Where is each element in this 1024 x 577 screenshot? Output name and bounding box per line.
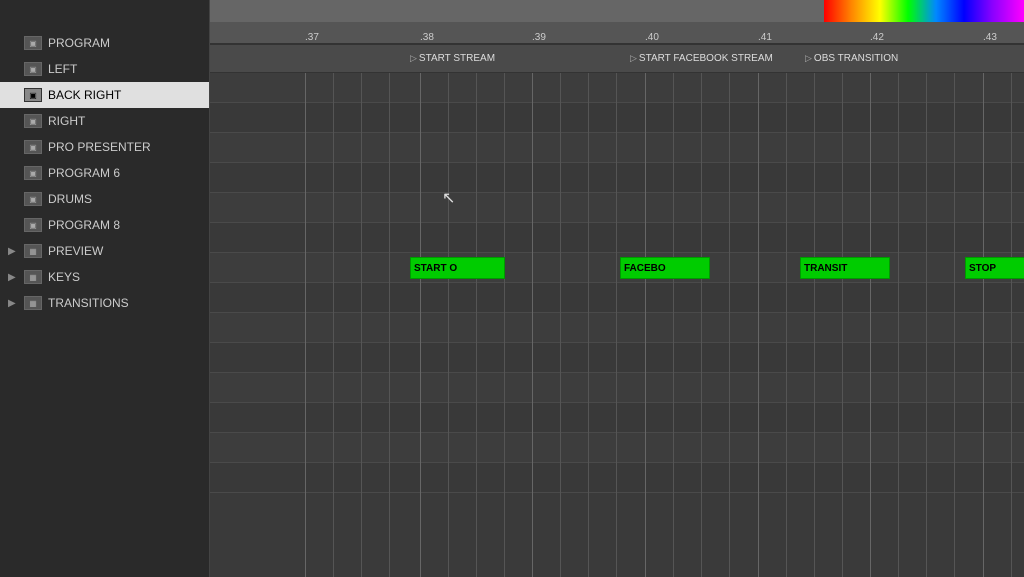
- v-subline-39-1: [560, 73, 561, 577]
- event-block-stop[interactable]: STOP: [965, 257, 1024, 279]
- item-icon-pro-presenter: ▣: [24, 140, 42, 154]
- v-subline-38-2: [476, 73, 477, 577]
- v-line-42: [870, 73, 871, 577]
- sidebar-label-transitions: TRANSITIONS: [48, 296, 129, 310]
- v-subline-43-1: [1011, 73, 1012, 577]
- cue-marker-obs-transition: OBS TRANSITION: [805, 53, 898, 64]
- item-icon-drums: ▣: [24, 192, 42, 206]
- item-icon-keys: ▦: [24, 270, 42, 284]
- v-subline-37-2: [361, 73, 362, 577]
- v-subline-38-3: [504, 73, 505, 577]
- event-block-facebo[interactable]: FACEBO: [620, 257, 710, 279]
- ruler-mark-42: .42: [870, 32, 884, 43]
- sidebar: ▣ PROGRAM ▣ LEFT ▣ BACK RIGHT ▣ RIGHT ▣ PRO PRESE…: [0, 0, 210, 577]
- item-icon-back-right: ▣: [24, 88, 42, 102]
- v-subline-41-1: [786, 73, 787, 577]
- v-line-43: [983, 73, 984, 577]
- sidebar-label-program6: PROGRAM 6: [48, 166, 120, 180]
- cue-marker-start-facebook-stream: START FACEBOOK STREAM: [630, 53, 773, 64]
- sidebar-item-back-right[interactable]: ▣ BACK RIGHT: [0, 82, 209, 108]
- ruler-mark-43: .43: [983, 32, 997, 43]
- item-icon-program8: ▣: [24, 218, 42, 232]
- sidebar-item-left[interactable]: ▣ LEFT: [0, 56, 209, 82]
- v-line-39: [532, 73, 533, 577]
- timeline-grid[interactable]: START O FACEBO TRANSIT STOP ↖: [210, 73, 1024, 577]
- v-subline-38-1: [448, 73, 449, 577]
- sidebar-item-program8[interactable]: ▣ PROGRAM 8: [0, 212, 209, 238]
- v-line-37: [305, 73, 306, 577]
- sidebar-label-keys: KEYS: [48, 270, 80, 284]
- ruler-mark-39: .39: [532, 32, 546, 43]
- item-icon-program: ▣: [24, 36, 42, 50]
- v-subline-40-1: [673, 73, 674, 577]
- sidebar-label-program: PROGRAM: [48, 36, 110, 50]
- sidebar-item-right[interactable]: ▣ RIGHT: [0, 108, 209, 134]
- v-subline-42-3: [954, 73, 955, 577]
- v-line-41: [758, 73, 759, 577]
- expand-arrow-transitions: ▶: [8, 298, 18, 309]
- v-subline-40-2: [701, 73, 702, 577]
- ruler-mark-38: .38: [420, 32, 434, 43]
- sidebar-label-preview: PREVIEW: [48, 244, 103, 258]
- item-icon-preview: ▦: [24, 244, 42, 258]
- cue-row: START STREAM START FACEBOOK STREAM OBS TRA…: [210, 45, 1024, 73]
- sidebar-item-pro-presenter[interactable]: ▣ PRO PRESENTER: [0, 134, 209, 160]
- ruler-mark-37: .37: [305, 32, 319, 43]
- v-line-40: [645, 73, 646, 577]
- color-strip: [824, 0, 1024, 22]
- sidebar-item-program6[interactable]: ▣ PROGRAM 6: [0, 160, 209, 186]
- v-line-38: [420, 73, 421, 577]
- v-subline-39-2: [588, 73, 589, 577]
- sidebar-label-drums: DRUMS: [48, 192, 92, 206]
- v-subline-37-1: [333, 73, 334, 577]
- v-subline-42-1: [898, 73, 899, 577]
- sidebar-item-keys[interactable]: ▶ ▦ KEYS: [0, 264, 209, 290]
- sidebar-item-preview[interactable]: ▶ ▦ PREVIEW: [0, 238, 209, 264]
- v-subline-40-3: [729, 73, 730, 577]
- sidebar-label-pro-presenter: PRO PRESENTER: [48, 140, 151, 154]
- ruler-bar: [210, 0, 1024, 22]
- sidebar-label-program8: PROGRAM 8: [48, 218, 120, 232]
- timeline-header: .37 .38 .39 .40 .41 .42 .43: [210, 0, 1024, 45]
- v-subline-41-2: [814, 73, 815, 577]
- sidebar-label-right: RIGHT: [48, 114, 85, 128]
- event-block-transit[interactable]: TRANSIT: [800, 257, 890, 279]
- event-block-start-o[interactable]: START O: [410, 257, 505, 279]
- sidebar-label-left: LEFT: [48, 62, 77, 76]
- sidebar-label-back-right: BACK RIGHT: [48, 88, 121, 102]
- item-icon-left: ▣: [24, 62, 42, 76]
- expand-arrow-preview: ▶: [8, 246, 18, 257]
- v-subline-37-3: [389, 73, 390, 577]
- ruler-mark-40: .40: [645, 32, 659, 43]
- item-icon-transitions: ▦: [24, 296, 42, 310]
- v-subline-42-2: [926, 73, 927, 577]
- expand-arrow-keys: ▶: [8, 272, 18, 283]
- cursor-arrow: ↖: [442, 188, 455, 208]
- ruler-mark-41: .41: [758, 32, 772, 43]
- v-subline-39-3: [616, 73, 617, 577]
- sidebar-item-program[interactable]: ▣ PROGRAM: [0, 30, 209, 56]
- item-icon-program6: ▣: [24, 166, 42, 180]
- cue-marker-start-stream: START STREAM: [410, 53, 495, 64]
- item-icon-right: ▣: [24, 114, 42, 128]
- grid-container: START O FACEBO TRANSIT STOP: [210, 73, 1024, 577]
- sidebar-item-transitions[interactable]: ▶ ▦ TRANSITIONS: [0, 290, 209, 316]
- sidebar-item-drums[interactable]: ▣ DRUMS: [0, 186, 209, 212]
- timeline-area: .37.38.39.40.41.42.43 START STREAMSTART …: [210, 0, 1024, 577]
- v-subline-41-3: [842, 73, 843, 577]
